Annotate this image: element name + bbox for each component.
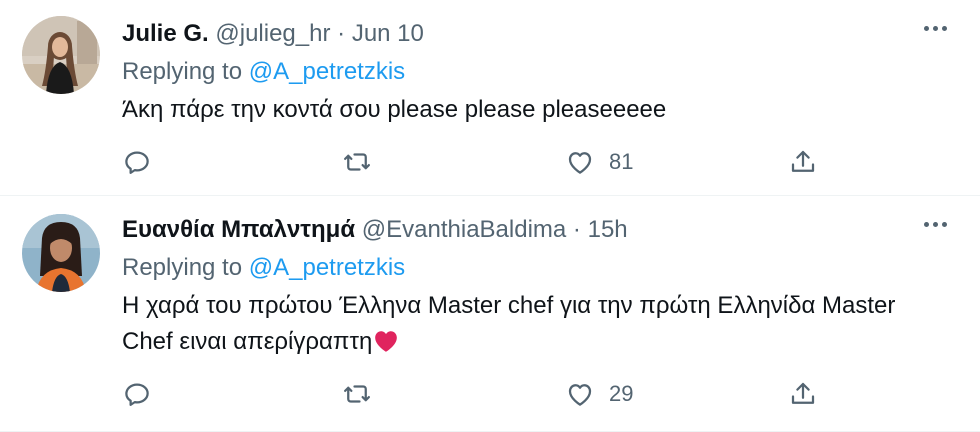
tweet-2[interactable]: Ευανθία Μπαλντημά @EvanthiaBaldima · 15h… — [0, 196, 980, 432]
avatar[interactable] — [22, 214, 100, 292]
more-icon[interactable] — [924, 18, 954, 38]
mention-link[interactable]: @A_petretzkis — [249, 254, 405, 281]
like-icon — [568, 384, 592, 406]
retweet-icon — [344, 385, 370, 403]
like-icon — [568, 152, 592, 174]
replying-prefix: Replying to — [122, 254, 243, 281]
author-handle[interactable]: @EvanthiaBaldima — [362, 216, 566, 243]
retweet-icon — [344, 153, 370, 171]
share-icon — [791, 382, 815, 404]
avatar[interactable] — [22, 16, 100, 94]
author-name[interactable]: Ευανθία Μπαλντημά — [122, 216, 355, 243]
action-bar: 29 — [122, 376, 980, 412]
reply-icon — [125, 383, 149, 406]
reply-icon — [125, 151, 149, 174]
tweet-text-line-2-text: Chef ειναι απερίγραπτη — [122, 328, 373, 355]
reply-button[interactable] — [122, 376, 152, 412]
retweet-button[interactable] — [342, 144, 372, 180]
replying-to: Replying to @A_petretzkis — [122, 56, 405, 88]
share-icon — [791, 150, 815, 172]
author-name[interactable]: Julie G. — [122, 20, 209, 47]
reply-button[interactable] — [122, 144, 152, 180]
share-button[interactable] — [788, 376, 818, 412]
tweet-text-line-2: Chef ειναι απερίγραπτη — [122, 324, 952, 364]
retweet-button[interactable] — [342, 376, 372, 412]
action-bar: 81 — [122, 144, 980, 180]
like-button[interactable]: 29 — [565, 376, 633, 412]
like-count: 81 — [609, 149, 634, 174]
mention-link[interactable]: @A_petretzkis — [249, 58, 405, 85]
separator: · — [337, 20, 346, 47]
timestamp[interactable]: 15h — [588, 216, 628, 243]
heart-emoji-icon — [373, 328, 399, 364]
share-button[interactable] — [788, 144, 818, 180]
timestamp[interactable]: Jun 10 — [352, 20, 424, 47]
more-icon[interactable] — [924, 214, 954, 234]
tweet-text: Η χαρά του πρώτου Έλληνα Master chef για… — [122, 288, 952, 364]
replying-prefix: Replying to — [122, 58, 243, 85]
tweet-text: Άκη πάρε την κοντά σου please please ple… — [122, 96, 667, 123]
like-button[interactable]: 81 — [565, 144, 633, 180]
separator: · — [572, 216, 581, 243]
author-handle[interactable]: @julieg_hr — [215, 20, 330, 47]
tweet-text-line-1: Η χαρά του πρώτου Έλληνα Master chef για… — [122, 292, 896, 319]
replying-to: Replying to @A_petretzkis — [122, 252, 405, 284]
like-count: 29 — [609, 381, 634, 406]
tweet-1[interactable]: Julie G. @julieg_hr · Jun 10 Replying to… — [0, 0, 980, 196]
